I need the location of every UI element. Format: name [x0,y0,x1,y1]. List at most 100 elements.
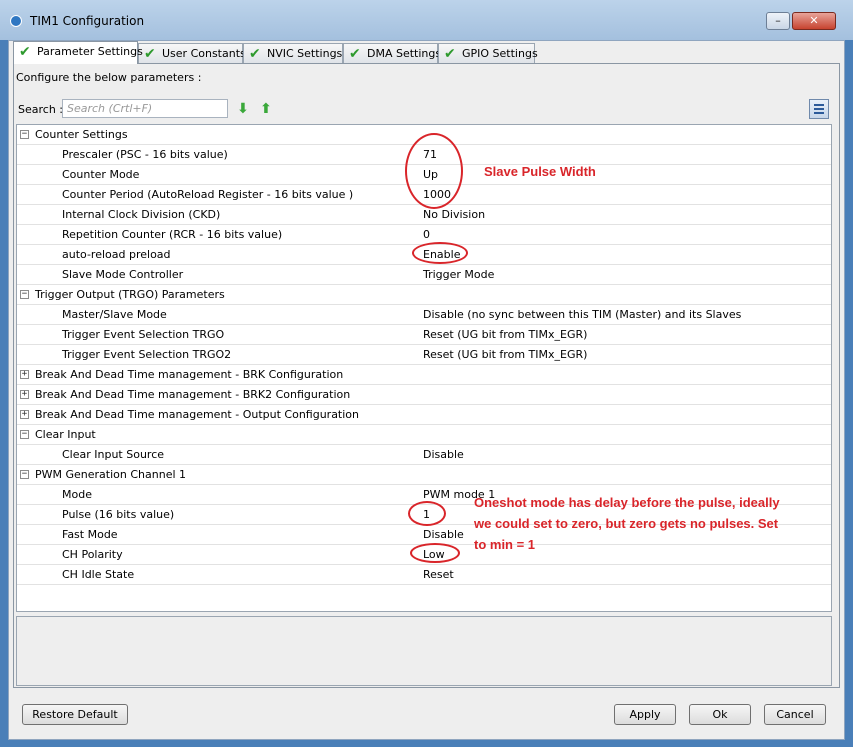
tab-gpio-settings[interactable]: ✔ GPIO Settings [438,43,538,63]
group-brk-configuration[interactable]: + Break And Dead Time management - BRK C… [17,365,831,385]
param-row[interactable]: Slave Mode Controller Trigger Mode [17,265,831,285]
group-counter-settings[interactable]: − Counter Settings [17,125,831,145]
param-row[interactable]: Internal Clock Division (CKD) No Divisio… [17,205,831,225]
parameter-settings-panel: Configure the below parameters : Search … [13,63,840,688]
window-title: TIM1 Configuration [30,14,145,28]
list-icon [814,104,824,114]
cancel-button[interactable]: Cancel [764,704,826,725]
group-label: Trigger Output (TRGO) Parameters [35,288,225,301]
close-button[interactable]: ✕ [792,12,836,30]
group-label: Break And Dead Time management - BRK Con… [35,368,344,381]
search-input[interactable] [62,99,228,118]
search-label: Search : [18,103,63,116]
collapse-icon[interactable]: − [20,290,29,299]
param-value[interactable]: 1 [423,508,430,521]
param-name: Fast Mode [62,528,118,541]
tab-label: GPIO Settings [462,47,538,60]
group-label: Clear Input [35,428,96,441]
apply-button[interactable]: Apply [614,704,676,725]
tab-nvic-settings[interactable]: ✔ NVIC Settings [243,43,343,63]
param-row[interactable]: Counter Mode Up [17,165,831,185]
param-name: Prescaler (PSC - 16 bits value) [62,148,228,161]
annotation-slave-pulse-width: Slave Pulse Width [484,164,596,179]
param-name: Repetition Counter (RCR - 16 bits value) [62,228,283,241]
param-row[interactable]: Trigger Event Selection TRGO Reset (UG b… [17,325,831,345]
param-name: Trigger Event Selection TRGO [62,328,225,341]
param-row[interactable]: CH Idle State Reset [17,565,831,585]
annotation-line: we could set to zero, but zero gets no p… [474,516,779,531]
param-value[interactable]: Disable (no sync between this TIM (Maste… [423,308,741,321]
param-value[interactable]: Reset [423,568,454,581]
param-name: Master/Slave Mode [62,308,167,321]
param-name: Slave Mode Controller [62,268,184,281]
collapse-icon[interactable]: − [20,430,29,439]
expand-icon[interactable]: + [20,370,29,379]
check-icon: ✔ [349,46,361,62]
param-name: CH Polarity [62,548,123,561]
title-bar: TIM1 Configuration – ✕ [0,0,853,40]
restore-default-button[interactable]: Restore Default [22,704,128,725]
tab-dma-settings[interactable]: ✔ DMA Settings [343,43,442,63]
param-value[interactable]: No Division [423,208,485,221]
group-label: Break And Dead Time management - BRK2 Co… [35,388,351,401]
param-row[interactable]: Clear Input Source Disable [17,445,831,465]
dialog: ✔ Parameter Settings ✔ User Constants ✔ … [8,40,845,740]
param-name: Counter Mode [62,168,140,181]
param-value[interactable]: Reset (UG bit from TIMx_EGR) [423,348,587,361]
tab-label: NVIC Settings [267,47,343,60]
expand-icon[interactable]: + [20,390,29,399]
check-icon: ✔ [144,46,156,62]
group-output-configuration[interactable]: + Break And Dead Time management - Outpu… [17,405,831,425]
param-name: Mode [62,488,92,501]
expand-icon[interactable]: + [20,410,29,419]
param-row[interactable]: Counter Period (AutoReload Register - 16… [17,185,831,205]
param-value[interactable]: Enable [423,248,460,261]
ok-button[interactable]: Ok [689,704,751,725]
param-name: Internal Clock Division (CKD) [62,208,221,221]
param-row[interactable]: Trigger Event Selection TRGO2 Reset (UG … [17,345,831,365]
collapse-icon[interactable]: − [20,470,29,479]
annotation-oneshot: Oneshot mode has delay before the pulse,… [474,492,834,555]
tab-label: Parameter Settings [37,45,143,58]
group-pwm-channel-1[interactable]: − PWM Generation Channel 1 [17,465,831,485]
param-value[interactable]: 71 [423,148,437,161]
param-name: Trigger Event Selection TRGO2 [62,348,232,361]
param-row[interactable]: auto-reload preload Enable [17,245,831,265]
minimize-button[interactable]: – [766,12,790,30]
annotation-line: to min = 1 [474,537,536,552]
tab-label: DMA Settings [367,47,442,60]
param-name: auto-reload preload [62,248,171,261]
configure-label: Configure the below parameters : [16,71,202,84]
param-value[interactable]: Reset (UG bit from TIMx_EGR) [423,328,587,341]
group-label: Counter Settings [35,128,128,141]
param-value[interactable]: Up [423,168,438,181]
param-value[interactable]: Disable [423,448,464,461]
description-area [16,616,832,686]
tab-label: User Constants [162,47,246,60]
check-icon: ✔ [444,46,456,62]
param-value[interactable]: 1000 [423,188,451,201]
param-value[interactable]: Low [423,548,445,561]
param-name: Pulse (16 bits value) [62,508,175,521]
arrow-down-icon[interactable]: ⬇ [236,102,250,116]
param-row[interactable]: Master/Slave Mode Disable (no sync betwe… [17,305,831,325]
param-value[interactable]: Disable [423,528,464,541]
param-row[interactable]: Prescaler (PSC - 16 bits value) 71 [17,145,831,165]
tab-user-constants[interactable]: ✔ User Constants [138,43,246,63]
param-value[interactable]: Trigger Mode [423,268,494,281]
group-clear-input[interactable]: − Clear Input [17,425,831,445]
arrow-up-icon[interactable]: ⬆ [259,102,273,116]
param-name: Counter Period (AutoReload Register - 16… [62,188,354,201]
app-icon [10,15,22,27]
tab-parameter-settings[interactable]: ✔ Parameter Settings [13,41,143,64]
list-view-button[interactable] [809,99,829,119]
annotation-line: Oneshot mode has delay before the pulse,… [474,495,780,510]
group-trgo-parameters[interactable]: − Trigger Output (TRGO) Parameters [17,285,831,305]
param-value[interactable]: 0 [423,228,430,241]
group-brk2-configuration[interactable]: + Break And Dead Time management - BRK2 … [17,385,831,405]
check-icon: ✔ [249,46,261,62]
collapse-icon[interactable]: − [20,130,29,139]
group-label: Break And Dead Time management - Output … [35,408,360,421]
check-icon: ✔ [19,44,31,60]
param-row[interactable]: Repetition Counter (RCR - 16 bits value)… [17,225,831,245]
